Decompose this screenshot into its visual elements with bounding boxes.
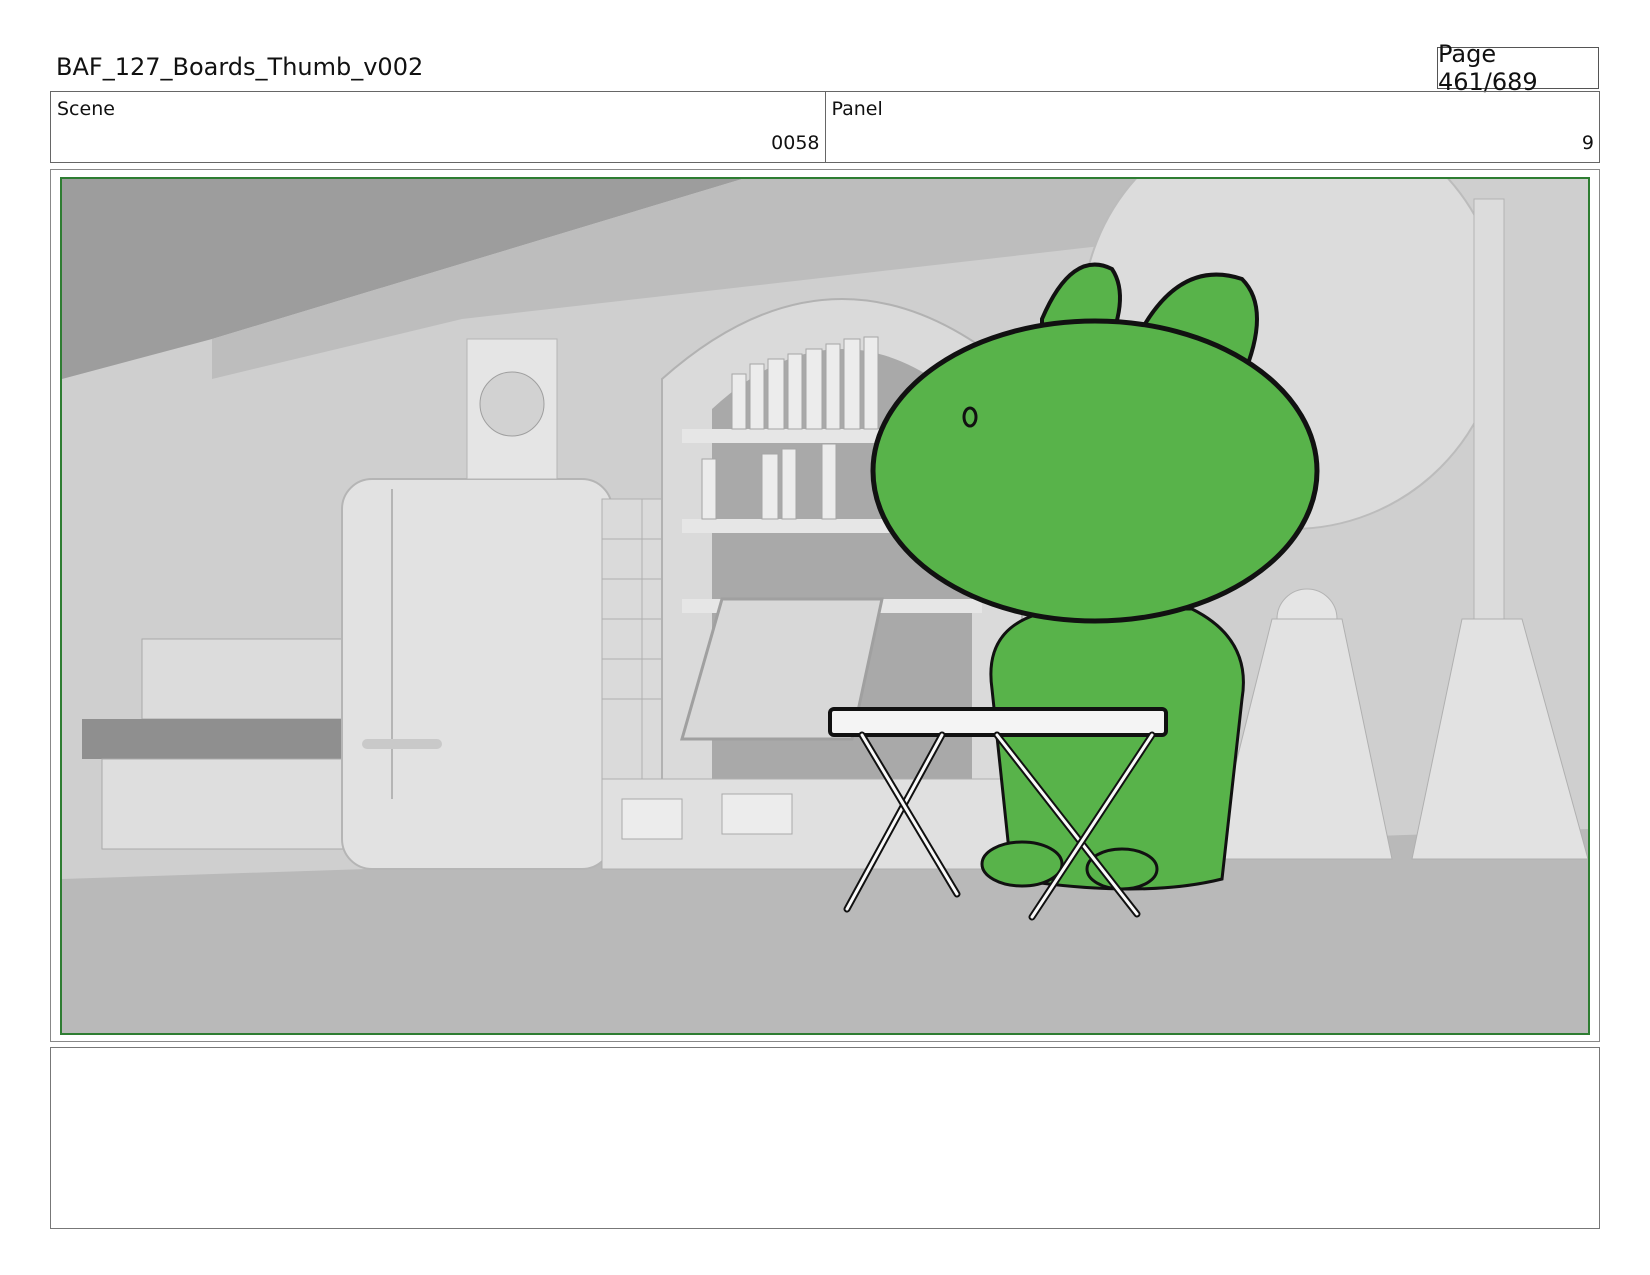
drawer-1: [621, 798, 683, 840]
scene-cell: Scene 0058: [51, 92, 825, 162]
stool-seat: [828, 707, 1168, 737]
panel-cell: Panel 9: [824, 92, 1600, 162]
document-title: BAF_127_Boards_Thumb_v002: [56, 53, 424, 81]
vent-fan: [479, 371, 545, 437]
panel-label: Panel: [831, 98, 883, 120]
fridge-handle: [362, 739, 442, 749]
page-indicator: Page 461/689: [1437, 40, 1599, 96]
drawer-2: [721, 793, 793, 835]
scene-panel-info-row: Scene 0058 Panel 9: [50, 91, 1600, 163]
lamp-pole: [1473, 198, 1505, 620]
frog-foot-left: [980, 840, 1064, 888]
panel-number: 9: [1581, 132, 1594, 154]
refrigerator: [341, 478, 613, 870]
storyboard-panel-image: [60, 177, 1590, 1035]
storyboard-drawing: [62, 179, 1588, 1033]
frog-head: [870, 318, 1320, 624]
scene-number: 0058: [771, 132, 820, 154]
panel-notes-box: [50, 1047, 1600, 1229]
scene-label: Scene: [57, 98, 115, 120]
